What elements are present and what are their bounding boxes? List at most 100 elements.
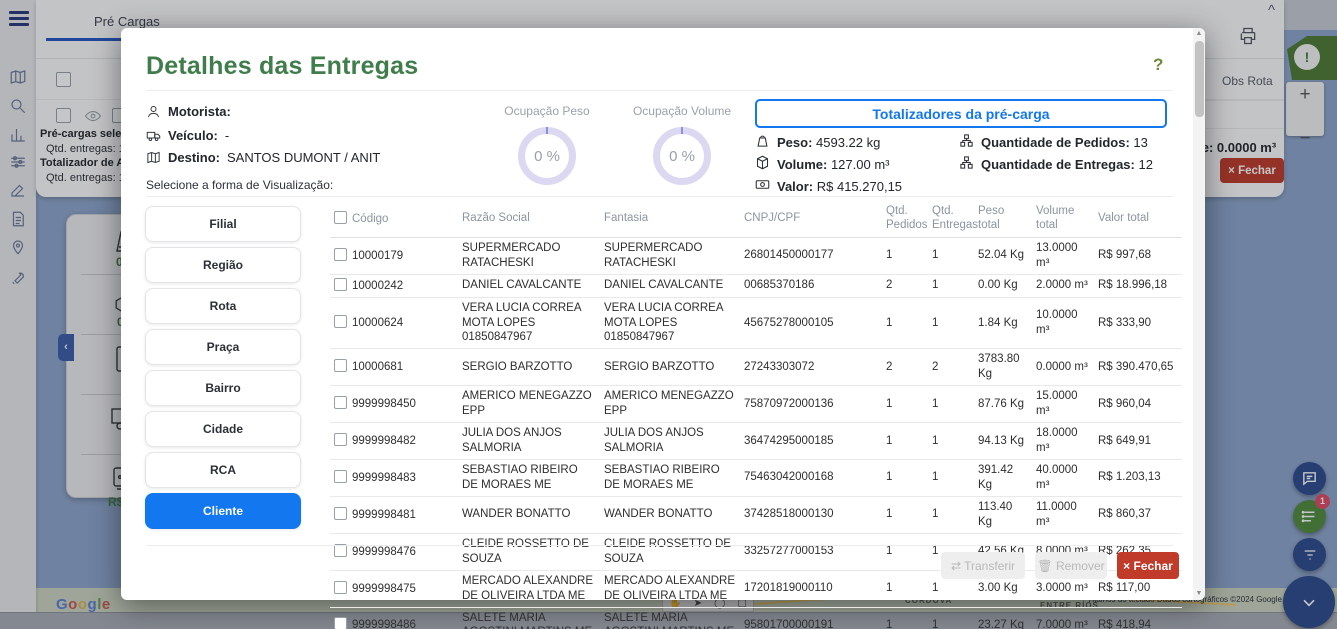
cell-valor-total: R$ 390.470,65	[1094, 349, 1182, 386]
modal-title: Detalhes das Entregas	[146, 52, 418, 81]
view-mode-label: Selecione a forma de Visualização:	[146, 178, 333, 192]
cell-cnpj-cpf: 33257277000153	[740, 533, 882, 570]
cell-cnpj-cpf: 26801450000177	[740, 237, 882, 274]
cell-qtd-entregas: 1	[928, 423, 974, 460]
scroll-thumb[interactable]	[1195, 41, 1204, 117]
cell-codigo: 9999998476	[330, 533, 458, 570]
cell-valor-total: R$ 18.996,18	[1094, 274, 1182, 297]
totalizadores-left-column: Peso: 4593.22 kgVolume: 127.00 m³Valor: …	[755, 131, 902, 197]
row-select-checkbox[interactable]	[334, 433, 347, 446]
cell-razao-social: SEBASTIAO RIBEIRO DE MORAES ME	[458, 460, 600, 497]
cell-valor-total: R$ 997,68	[1094, 237, 1182, 274]
cell-fantasia: DANIEL CAVALCANTE	[600, 274, 740, 297]
view-button-cidade[interactable]: Cidade	[145, 411, 301, 447]
column-header: Fantasia	[600, 200, 740, 237]
cell-peso-total: 391.42 Kg	[974, 460, 1032, 497]
driver-icon	[146, 104, 161, 119]
view-button-filial[interactable]: Filial	[145, 206, 301, 242]
transferir-button[interactable]: ⇄ Transferir	[941, 552, 1025, 579]
vehicle-icon	[146, 128, 161, 143]
view-button-região[interactable]: Região	[145, 247, 301, 283]
cell-peso-total: 3783.80 Kg	[974, 349, 1032, 386]
cell-volume-total: 11.0000 m³	[1032, 496, 1094, 533]
cell-razao-social: VERA LUCIA CORREA MOTA LOPES 01850847967	[458, 297, 600, 349]
view-button-bairro[interactable]: Bairro	[145, 370, 301, 406]
view-button-praça[interactable]: Praça	[145, 329, 301, 365]
table-row: 10000179SUPERMERCADO RATACHESKISUPERMERC…	[330, 237, 1182, 274]
row-select-checkbox[interactable]	[334, 581, 347, 594]
destino-row: Destino:SANTOS DUMONT / ANIT	[146, 150, 380, 165]
row-select-checkbox[interactable]	[334, 278, 347, 291]
orders-icon	[959, 133, 974, 151]
scroll-down-arrow[interactable]: ▼	[1193, 588, 1205, 600]
column-header: Razão Social	[458, 200, 600, 237]
gauge-ocupacao-volume: Ocupação Volume 0 %	[622, 104, 742, 185]
cell-qtd-pedidos: 1	[882, 386, 928, 423]
cell-qtd-entregas: 1	[928, 297, 974, 349]
totalizadores-header: Totalizadores da pré-carga	[755, 99, 1167, 128]
select-all-rows-checkbox[interactable]	[334, 211, 347, 224]
cell-qtd-pedidos: 1	[882, 496, 928, 533]
app-screen: ! CÓRDOVA ENTRE RÍOS Google Atalhos do t…	[0, 0, 1337, 629]
weight-icon	[755, 133, 770, 151]
column-header: Qtd. Pedidos	[882, 200, 928, 237]
row-select-checkbox[interactable]	[334, 315, 347, 328]
scroll-up-arrow[interactable]: ▲	[1193, 28, 1205, 40]
cell-codigo: 9999998486	[330, 607, 458, 629]
cell-cnpj-cpf: 27243303072	[740, 349, 882, 386]
cell-valor-total: R$ 649,91	[1094, 423, 1182, 460]
cell-qtd-pedidos: 2	[882, 274, 928, 297]
table-row: 10000242DANIEL CAVALCANTEDANIEL CAVALCAN…	[330, 274, 1182, 297]
table-row: 9999998486SALETE MARIA AGOSTINI MARTINS …	[330, 607, 1182, 629]
table-row: 9999998482JULIA DOS ANJOS SALMORIAJULIA …	[330, 423, 1182, 460]
view-button-rota[interactable]: Rota	[145, 288, 301, 324]
cell-codigo: 9999998481	[330, 496, 458, 533]
cell-cnpj-cpf: 00685370186	[740, 274, 882, 297]
cell-valor-total: R$ 960,04	[1094, 386, 1182, 423]
column-header: Peso total	[974, 200, 1032, 237]
modal-scrollbar[interactable]: ▲ ▼	[1193, 28, 1205, 600]
row-select-checkbox[interactable]	[334, 248, 347, 261]
row-select-checkbox[interactable]	[334, 359, 347, 372]
cell-fantasia: WANDER BONATTO	[600, 496, 740, 533]
cell-volume-total: 2.0000 m³	[1032, 274, 1094, 297]
cell-cnpj-cpf: 95801700000191	[740, 607, 882, 629]
cell-peso-total: 0.00 Kg	[974, 274, 1032, 297]
totalizador-item: Quantidade de Pedidos: 13	[959, 131, 1153, 153]
cell-fantasia: SUPERMERCADO RATACHESKI	[600, 237, 740, 274]
cell-razao-social: JULIA DOS ANJOS SALMORIA	[458, 423, 600, 460]
cell-cnpj-cpf: 45675278000105	[740, 297, 882, 349]
cell-volume-total: 40.0000 m³	[1032, 460, 1094, 497]
cell-qtd-entregas: 2	[928, 349, 974, 386]
cell-fantasia: VERA LUCIA CORREA MOTA LOPES 01850847967	[600, 297, 740, 349]
cell-qtd-pedidos: 1	[882, 460, 928, 497]
cell-fantasia: SEBASTIAO RIBEIRO DE MORAES ME	[600, 460, 740, 497]
cell-fantasia: JULIA DOS ANJOS SALMORIA	[600, 423, 740, 460]
totalizador-item: Peso: 4593.22 kg	[755, 131, 902, 153]
row-select-checkbox[interactable]	[334, 396, 347, 409]
cell-peso-total: 87.76 Kg	[974, 386, 1032, 423]
row-select-checkbox[interactable]	[334, 617, 347, 629]
veiculo-row: Veículo:-	[146, 128, 229, 143]
cell-peso-total: 52.04 Kg	[974, 237, 1032, 274]
view-button-cliente[interactable]: Cliente	[145, 493, 301, 529]
row-select-checkbox[interactable]	[334, 507, 347, 520]
row-select-checkbox[interactable]	[334, 470, 347, 483]
cell-qtd-pedidos: 1	[882, 607, 928, 629]
fechar-button[interactable]: × Fechar	[1117, 552, 1179, 579]
help-icon[interactable]: ?	[1153, 55, 1163, 75]
view-button-rca[interactable]: RCA	[145, 452, 301, 488]
cell-peso-total: 94.13 Kg	[974, 423, 1032, 460]
cell-qtd-pedidos: 2	[882, 349, 928, 386]
cell-qtd-pedidos: 1	[882, 570, 928, 607]
cell-volume-total: 15.0000 m³	[1032, 386, 1094, 423]
cell-cnpj-cpf: 75463042000168	[740, 460, 882, 497]
cell-qtd-pedidos: 1	[882, 237, 928, 274]
cell-codigo: 9999998482	[330, 423, 458, 460]
cell-fantasia: SERGIO BARZOTTO	[600, 349, 740, 386]
cell-razao-social: WANDER BONATTO	[458, 496, 600, 533]
cell-razao-social: SERGIO BARZOTTO	[458, 349, 600, 386]
cell-fantasia: MERCADO ALEXANDRE DE OLIVEIRA LTDA ME	[600, 570, 740, 607]
remover-button[interactable]: 🗑 Remover	[1035, 552, 1107, 579]
table-row: 9999998450AMERICO MENEGAZZO EPPAMERICO M…	[330, 386, 1182, 423]
